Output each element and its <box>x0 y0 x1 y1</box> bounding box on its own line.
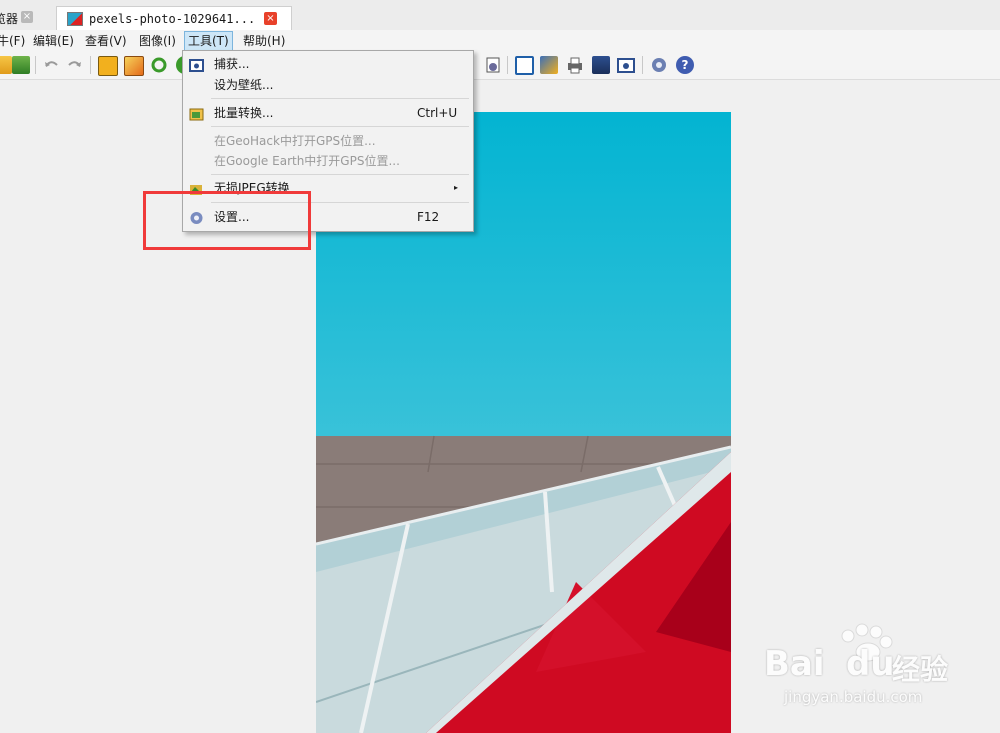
tab-title: pexels-photo-1029641... <box>89 11 256 26</box>
menu-item-label: 设为壁纸... <box>214 78 274 92</box>
edit-icon[interactable] <box>540 56 558 74</box>
capture-icon[interactable] <box>617 56 635 74</box>
toolbar: ? <box>0 51 1000 80</box>
undo-icon[interactable] <box>42 56 60 74</box>
menu-item-label: 捕获... <box>214 57 250 71</box>
toolbar-separator <box>507 56 508 74</box>
toolbar-separator <box>642 56 643 74</box>
menu-item-google-earth: 在Google Earth中打开GPS位置... <box>183 150 471 172</box>
menu-item-label: 批量转换... <box>214 106 274 120</box>
toolbar-separator <box>90 56 91 74</box>
tab-browser[interactable]: 览器 × <box>0 6 44 30</box>
menu-item-label: 在Google Earth中打开GPS位置... <box>214 154 400 168</box>
toolbar-separator <box>35 56 36 74</box>
menu-item-geohack: 在GeoHack中打开GPS位置... <box>183 130 471 152</box>
help-icon[interactable]: ? <box>676 56 694 74</box>
menu-separator <box>211 174 469 175</box>
fullscreen-icon[interactable] <box>515 56 534 75</box>
highlight-box <box>143 191 311 250</box>
baidu-watermark: Bai du 经验 jingyan.baidu.com <box>762 622 962 712</box>
menu-view[interactable]: 查看(V) <box>82 32 130 50</box>
menu-separator <box>211 126 469 127</box>
menu-bar: 牛(F) 编辑(E) 查看(V) 图像(I) 工具(T) 帮助(H) <box>0 30 1000 51</box>
menu-item-batch-convert[interactable]: 批量转换... Ctrl+U <box>183 102 471 124</box>
info-icon[interactable] <box>484 56 502 74</box>
close-icon[interactable]: × <box>21 11 33 23</box>
save-icon[interactable] <box>12 56 30 74</box>
menu-file[interactable]: 牛(F) <box>0 32 28 50</box>
watermark-brand2: du <box>846 644 895 684</box>
submenu-arrow-icon: ▸ <box>454 183 459 192</box>
scanner-icon[interactable] <box>592 56 610 74</box>
menu-item-shortcut: Ctrl+U <box>417 106 458 120</box>
open-icon[interactable] <box>0 56 12 74</box>
settings-icon[interactable] <box>650 56 668 74</box>
watermark-brand: Bai <box>764 644 825 684</box>
menu-item-shortcut: F12 <box>417 210 440 224</box>
batch-convert-icon <box>189 106 204 121</box>
menu-separator <box>211 98 469 99</box>
menu-item-set-wallpaper[interactable]: 设为壁纸... <box>183 74 471 96</box>
tab-photo[interactable]: pexels-photo-1029641... × <box>56 6 292 30</box>
watermark-url: jingyan.baidu.com <box>784 688 923 706</box>
watermark-cn: 经验 <box>892 653 949 686</box>
rotate-icon[interactable] <box>150 56 168 74</box>
image-file-icon <box>67 11 83 26</box>
menu-image[interactable]: 图像(I) <box>136 32 179 50</box>
redo-icon[interactable] <box>66 56 84 74</box>
menu-tools[interactable]: 工具(T) <box>184 31 233 51</box>
camera-icon <box>189 57 204 72</box>
close-icon[interactable]: × <box>264 12 277 25</box>
menu-item-capture[interactable]: 捕获... <box>183 53 471 75</box>
tab-title: 览器 <box>0 11 19 26</box>
menu-item-label: 在GeoHack中打开GPS位置... <box>214 134 376 148</box>
tab-bar: 览器 × pexels-photo-1029641... × <box>0 0 1000 31</box>
menu-edit[interactable]: 编辑(E) <box>30 32 77 50</box>
menu-help[interactable]: 帮助(H) <box>240 32 288 50</box>
resize-icon[interactable] <box>124 56 144 76</box>
crop-icon[interactable] <box>98 56 118 76</box>
print-icon[interactable] <box>566 56 584 74</box>
